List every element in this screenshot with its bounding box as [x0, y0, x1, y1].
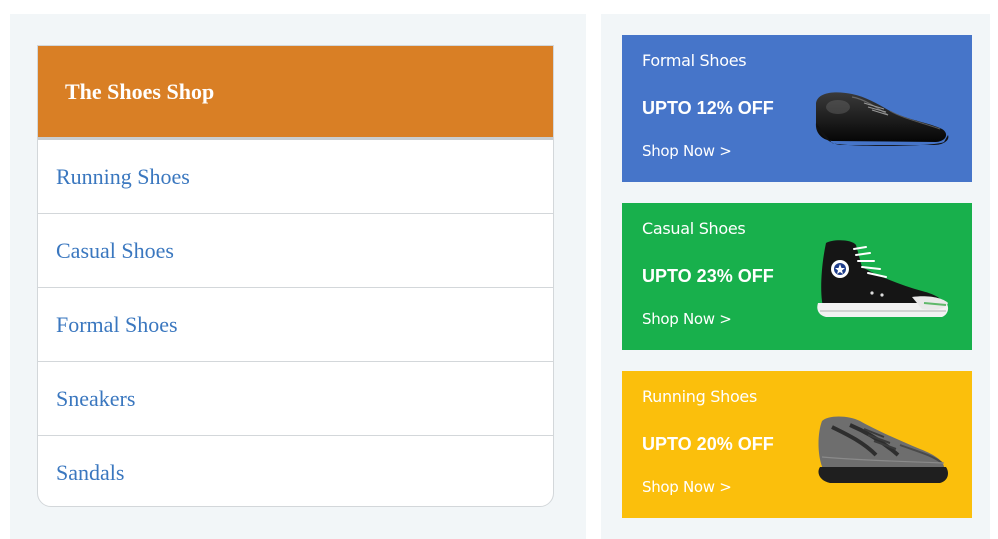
promo-category: Casual Shoes [642, 219, 746, 238]
category-menu: The Shoes Shop Running Shoes Casual Shoe… [37, 45, 554, 507]
menu-header: The Shoes Shop [38, 46, 553, 140]
sneaker-icon [817, 240, 949, 317]
hiking-shoe-icon [818, 416, 948, 483]
promo-category: Formal Shoes [642, 51, 747, 70]
promo-offer: UPTO 12% OFF [642, 98, 774, 118]
shop-now-link[interactable]: Shop Now > [642, 478, 732, 496]
formal-shoe-icon [815, 92, 949, 146]
promo-banner-running[interactable]: Running Shoes UPTO 20% OFF Shop Now > [622, 371, 972, 518]
menu-item-sneakers[interactable]: Sneakers [38, 362, 553, 436]
menu-item-casual-shoes[interactable]: Casual Shoes [38, 214, 553, 288]
promo-offer: UPTO 23% OFF [642, 266, 774, 286]
promo-banner-formal[interactable]: Formal Shoes UPTO 12% OFF Shop Now > [622, 35, 972, 182]
shop-now-link[interactable]: Shop Now > [642, 142, 732, 160]
menu-item-formal-shoes[interactable]: Formal Shoes [38, 288, 553, 362]
menu-list: Running Shoes Casual Shoes Formal Shoes … [38, 140, 553, 506]
promo-offer: UPTO 20% OFF [642, 434, 774, 454]
shop-now-link[interactable]: Shop Now > [642, 310, 732, 328]
left-panel: The Shoes Shop Running Shoes Casual Shoe… [10, 14, 586, 539]
menu-item-running-shoes[interactable]: Running Shoes [38, 140, 553, 214]
menu-item-sandals[interactable]: Sandals [38, 436, 553, 506]
promo-banner-casual[interactable]: Casual Shoes UPTO 23% OFF Shop Now > [622, 203, 972, 350]
promo-category: Running Shoes [642, 387, 758, 406]
right-panel: Formal Shoes UPTO 12% OFF Shop Now > Cas… [601, 14, 990, 539]
